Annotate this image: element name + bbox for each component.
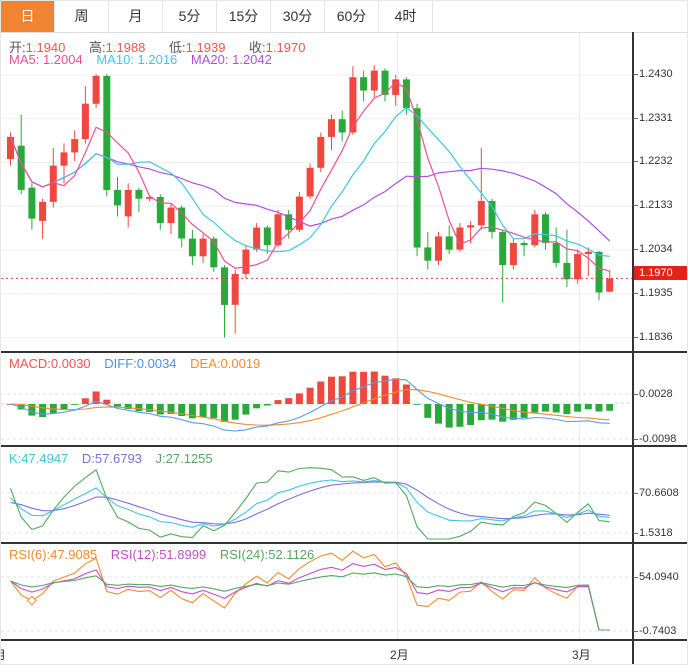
tab-30min[interactable]: 30分: [271, 1, 325, 32]
tab-15min[interactable]: 15分: [217, 1, 271, 32]
kdj-axis-bottom: 1.5318: [639, 527, 673, 540]
x-label-mar: 3月: [572, 646, 591, 663]
separator-kdj-rsi: [1, 542, 688, 544]
rsi-axis-top: 54.0940: [639, 571, 679, 584]
macd-axis-bottom: -0.0098: [639, 433, 676, 446]
macd-axis-top: 0.0028: [639, 388, 673, 401]
axis-divider-line: [632, 32, 634, 665]
separator-main-macd: [1, 351, 688, 353]
macd-panel[interactable]: [1, 353, 632, 446]
rsi-low-marker: [28, 596, 36, 604]
price-label-3: 1.2133: [639, 199, 673, 212]
price-label-1: 1.2331: [639, 112, 673, 125]
period-tabbar: 日 周 月 5分 15分 30分 60分 4时: [1, 1, 688, 33]
kdj-axis-top: 70.6608: [639, 487, 679, 500]
rsi-panel[interactable]: [1, 544, 632, 639]
price-label-6: 1.1836: [639, 331, 673, 344]
kline-chart-app: 日 周 月 5分 15分 30分 60分 4时 开:1.1940 高:1.198…: [0, 0, 688, 665]
rsi-axis-bottom: -0.7403: [639, 625, 676, 638]
main-candlestick-chart[interactable]: [1, 33, 632, 351]
kdj-panel[interactable]: [1, 447, 632, 542]
current-price-tag: 1.1970: [634, 266, 688, 280]
price-label-0: 1.2430: [639, 68, 673, 81]
separator-rsi-dates: [1, 639, 688, 641]
tab-month[interactable]: 月: [109, 1, 163, 32]
x-label-feb: 2月: [390, 646, 409, 663]
price-label-5: 1.1935: [639, 287, 673, 300]
tab-5min[interactable]: 5分: [163, 1, 217, 32]
x-label-jan: 月: [0, 646, 6, 663]
tab-day[interactable]: 日: [1, 1, 55, 32]
tab-60min[interactable]: 60分: [325, 1, 379, 32]
price-label-4: 1.2034: [639, 243, 673, 256]
tab-4hour[interactable]: 4时: [379, 1, 433, 32]
price-label-2: 1.2232: [639, 155, 673, 168]
tab-week[interactable]: 周: [55, 1, 109, 32]
separator-macd-kdj: [1, 445, 688, 447]
